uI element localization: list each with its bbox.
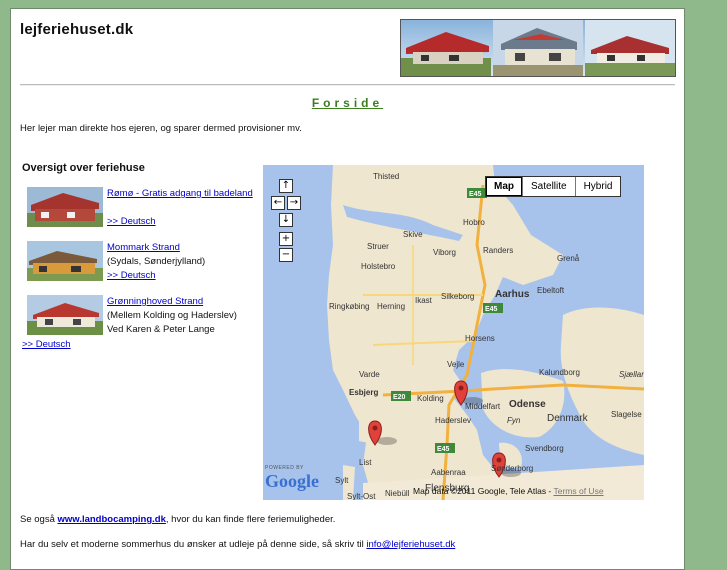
map-city-label: Slagelse [611,410,642,419]
road-shield: E20 [393,394,406,401]
house-location-gronninghoved: (Mellem Kolding og Haderslev) [107,310,237,321]
zoom-in-button[interactable]: + [279,232,293,246]
map-city-label: Herning [377,302,405,311]
house-link-romo[interactable]: Rømø - Gratis adgang til badeland [107,188,253,199]
google-map[interactable]: Thisted Hobro Skive Viborg Randers Strue… [263,165,644,500]
map-city-label: Aarhus [495,289,530,300]
map-city-label: Sylt-Ost [347,492,376,500]
map-city-label: Horsens [465,334,495,343]
map-attribution: Map data ©2011 Google, Tele Atlas - Term… [413,486,604,496]
terms-of-use-link[interactable]: Terms of Use [553,486,603,496]
house-link-mommark[interactable]: Mommark Strand [107,242,180,253]
map-city-label: Sjælland [619,370,644,379]
map-city-label: Ringkøbing [329,302,369,311]
deutsch-link-gronninghoved[interactable]: >> Deutsch [22,339,71,350]
map-city-label: Niebüll [385,489,410,498]
map-city-label: Varde [359,370,380,379]
header-photo [400,19,676,77]
google-logo[interactable]: POWERED BY Google [265,465,325,497]
road-shield: E45 [437,446,450,453]
map-city-label: Skive [403,230,423,239]
house-link-gronninghoved[interactable]: Grønninghoved Strand [107,296,203,307]
house-owners-gronninghoved: Ved Karen & Peter Lange [107,324,215,335]
map-type-hybrid-button[interactable]: Hybrid [574,177,621,196]
map-city-label: Odense [509,399,546,410]
map-city-label: Randers [483,246,513,255]
overview-heading: Oversigt over feriehuse [22,162,145,174]
map-city-label: List [359,458,372,467]
map-city-label: Kolding [417,394,444,403]
map-city-label: Esbjerg [349,388,378,397]
road-shield: E45 [469,191,482,198]
map-city-label: Sønderborg [491,464,533,473]
page-heading[interactable]: Forside [11,96,684,110]
house-info-gronninghoved: Grønninghoved Strand (Mellem Kolding og … [107,295,287,337]
map-city-label: Denmark [547,413,589,424]
map-city-label: Silkeborg [441,292,474,301]
deutsch-link-romo[interactable]: >> Deutsch [107,216,156,227]
map-attribution-text: Map data ©2011 Google, Tele Atlas - [413,486,552,496]
intro-text: Her lejer man direkte hos ejeren, og spa… [20,123,302,134]
map-city-label: Sylt [335,476,349,485]
pan-right-button[interactable]: → [287,196,301,210]
site-title: lejferiehuset.dk [20,21,134,38]
house-info-romo: Rømø - Gratis adgang til badeland >> Deu… [107,187,287,229]
house-thumbnail-romo[interactable] [27,187,103,227]
google-logo-text: Google [265,471,319,491]
house-item-romo: Rømø - Gratis adgang til badeland >> Deu… [27,187,287,233]
map-canvas[interactable]: Thisted Hobro Skive Viborg Randers Strue… [263,165,644,500]
header-photo-image [401,20,675,76]
house-location-mommark: (Sydals, Sønderjylland) [107,256,206,267]
page-container: lejferiehuset.dk Forside Her lejer man d… [10,8,685,570]
landbocamping-link[interactable]: www.landbocamping.dk [58,514,166,525]
pan-up-button[interactable]: ↑ [279,179,293,193]
house-thumbnail-gronninghoved[interactable] [27,295,103,335]
map-type-satellite-button[interactable]: Satellite [522,177,575,196]
map-city-label: Ebeltoft [537,286,565,295]
zoom-out-button[interactable]: − [279,248,293,262]
map-city-label: Haderslev [435,416,471,425]
house-item-gronninghoved: Grønninghoved Strand (Mellem Kolding og … [27,295,287,341]
pan-left-button[interactable]: ← [271,196,285,210]
map-city-label: Grenå [557,254,580,263]
map-city-label: Struer [367,242,389,251]
road-shield: E45 [485,306,498,313]
map-city-label: Aabenraa [431,468,466,477]
map-city-label: Fyn [507,416,521,425]
house-thumbnail-mommark[interactable] [27,241,103,281]
map-type-map-button[interactable]: Map [486,177,522,196]
see-also-text: Se også www.landbocamping.dk, hvor du ka… [20,514,335,525]
house-item-mommark: Mommark Strand (Sydals, Sønderjylland) >… [27,241,287,287]
map-city-label: Holstebro [361,262,396,271]
see-also-prefix: Se også [20,514,58,525]
map-city-label: Hobro [463,218,485,227]
map-city-label: Vejle [447,360,465,369]
map-city-label: Thisted [373,172,399,181]
pan-down-button[interactable]: ↓ [279,213,293,227]
see-also-suffix: , hvor du kan finde flere feriemulighede… [165,514,336,525]
map-city-label: Ikast [415,296,433,305]
map-city-label: Kalundborg [539,368,580,377]
deutsch-link-mommark[interactable]: >> Deutsch [107,270,156,281]
map-city-label: Viborg [433,248,456,257]
map-city-label: Svendborg [525,444,564,453]
header-divider [20,84,675,86]
house-info-mommark: Mommark Strand (Sydals, Sønderjylland) >… [107,241,287,283]
map-city-label: Middelfart [465,402,501,411]
map-type-control: Map Satellite Hybrid [485,176,622,197]
